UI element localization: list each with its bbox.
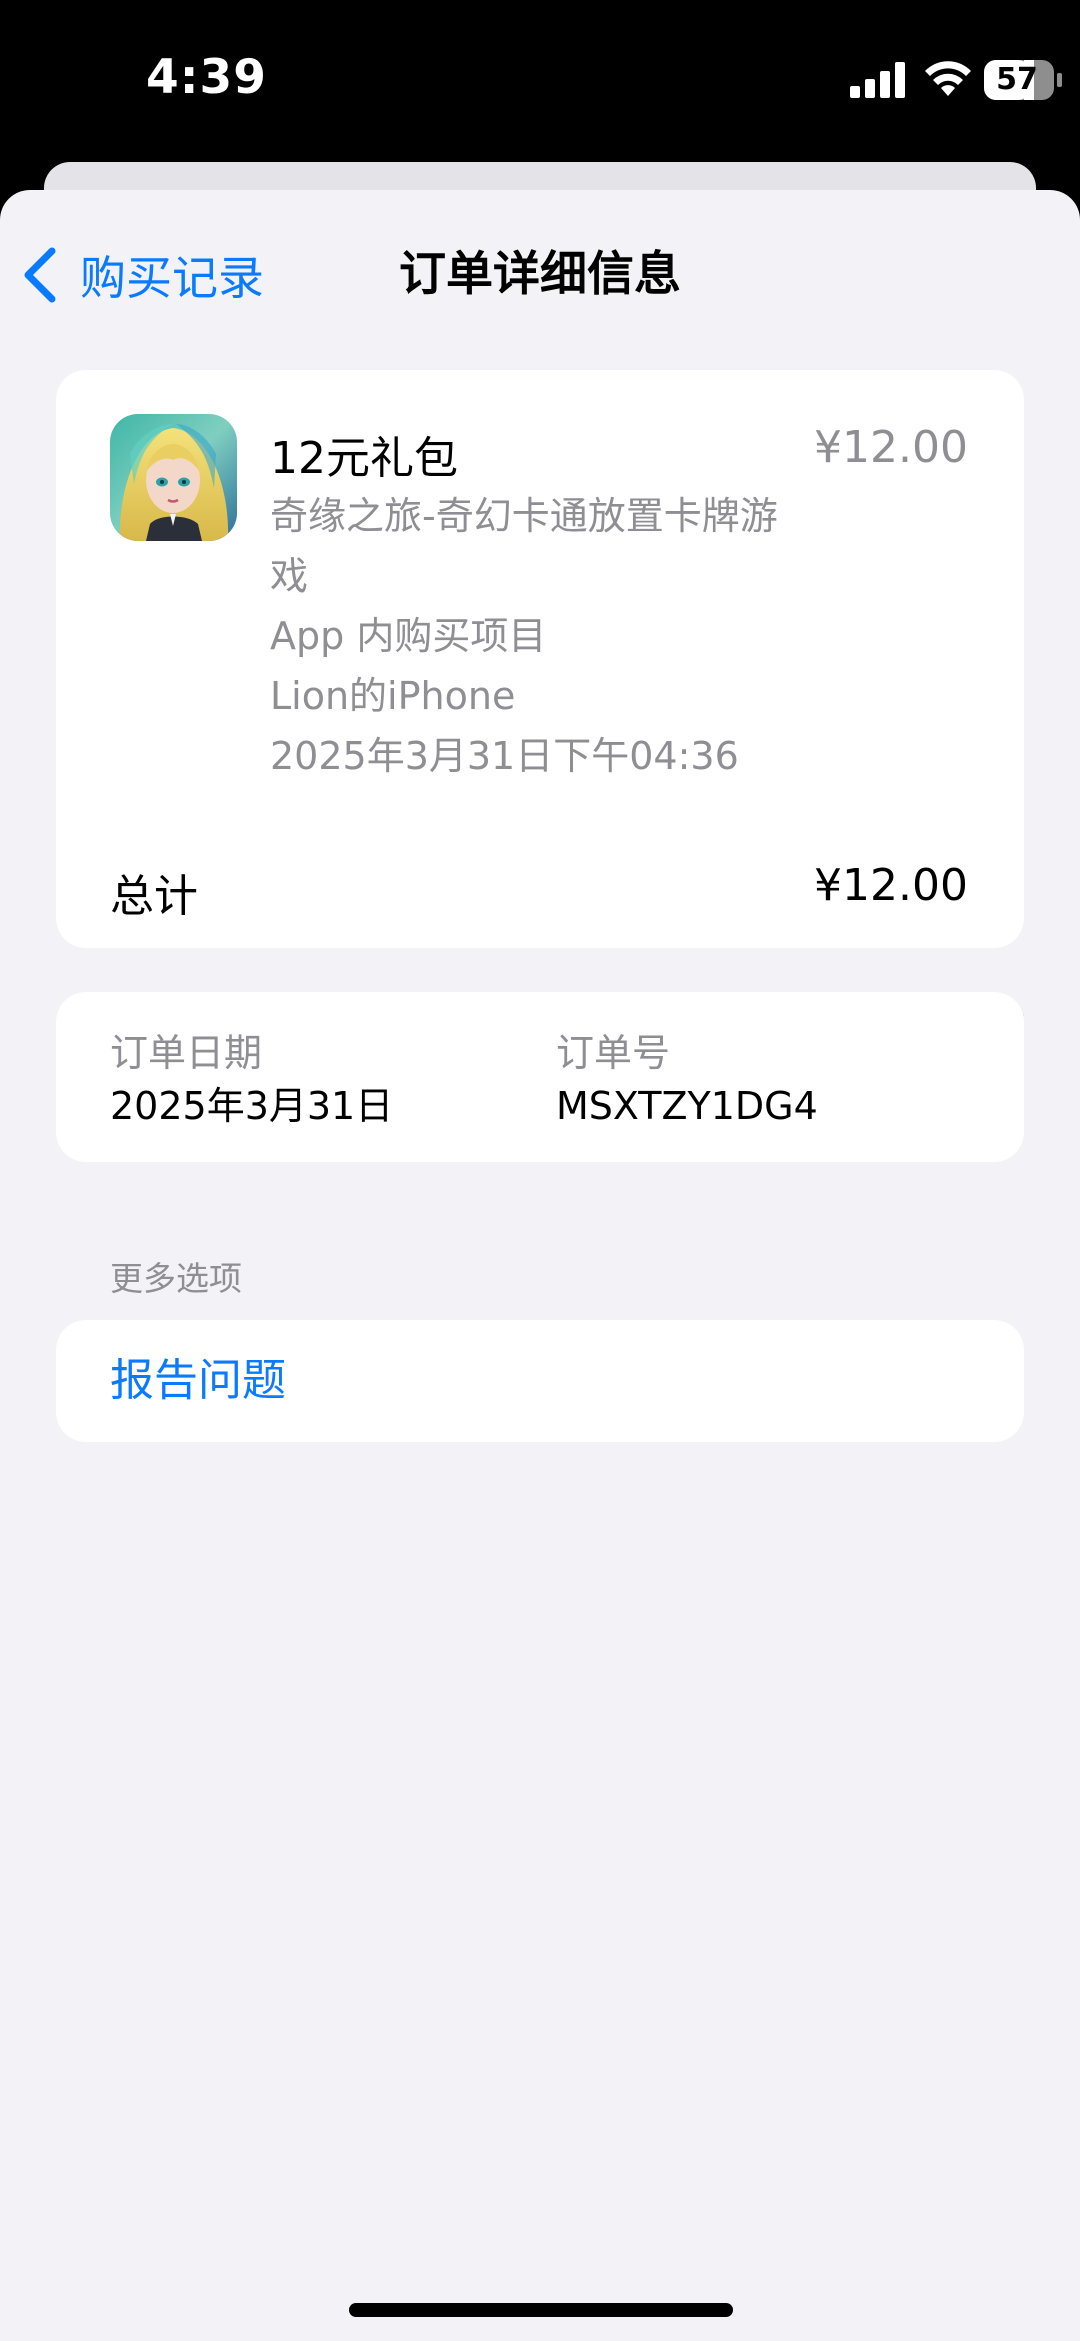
order-info-card: 订单日期 2025年3月31日 订单号 MSXTZY1DG4 xyxy=(56,992,1024,1162)
item-details: 奇缘之旅-奇幻卡通放置卡牌游戏 App 内购买项目 Lion的iPhone 20… xyxy=(270,486,790,786)
wifi-icon xyxy=(925,61,971,96)
report-problem-button[interactable]: 报告问题 xyxy=(110,1320,286,1442)
status-bar: 4:39 57 xyxy=(0,0,1080,160)
order-details-sheet: 购买记录 订单详细信息 12元礼包 ¥12.00 奇缘之旅-奇幻卡通放置卡牌游戏… xyxy=(0,190,1080,2341)
status-time: 4:39 xyxy=(146,50,267,105)
order-date-column: 订单日期 2025年3月31日 xyxy=(110,1028,393,1134)
order-number-value: MSXTZY1DG4 xyxy=(556,1084,818,1128)
total-value: ¥12.00 xyxy=(814,860,968,911)
game-character-icon xyxy=(110,414,237,541)
report-problem-card[interactable]: 报告问题 xyxy=(56,1320,1024,1442)
battery-level: 57 xyxy=(996,62,1038,97)
item-device: Lion的iPhone xyxy=(270,674,516,718)
total-label: 总计 xyxy=(110,871,198,922)
item-type: App 内购买项目 xyxy=(270,614,547,658)
order-number-label: 订单号 xyxy=(556,1031,671,1075)
page-title: 订单详细信息 xyxy=(399,247,681,302)
order-date-label: 订单日期 xyxy=(110,1031,263,1075)
more-options-header: 更多选项 xyxy=(110,1259,242,1298)
item-datetime: 2025年3月31日下午04:36 xyxy=(270,734,739,778)
home-indicator[interactable] xyxy=(349,2303,733,2317)
item-name: 12元礼包 xyxy=(270,433,458,484)
item-app-name: 奇缘之旅-奇幻卡通放置卡牌游戏 xyxy=(270,494,778,598)
cellular-signal-icon xyxy=(850,62,905,98)
app-icon xyxy=(110,414,237,541)
item-price: ¥12.00 xyxy=(814,422,968,473)
order-date-value: 2025年3月31日 xyxy=(110,1084,394,1128)
order-number-column: 订单号 MSXTZY1DG4 xyxy=(556,1028,818,1134)
purchase-item-card: 12元礼包 ¥12.00 奇缘之旅-奇幻卡通放置卡牌游戏 App 内购买项目 L… xyxy=(56,370,1024,1016)
